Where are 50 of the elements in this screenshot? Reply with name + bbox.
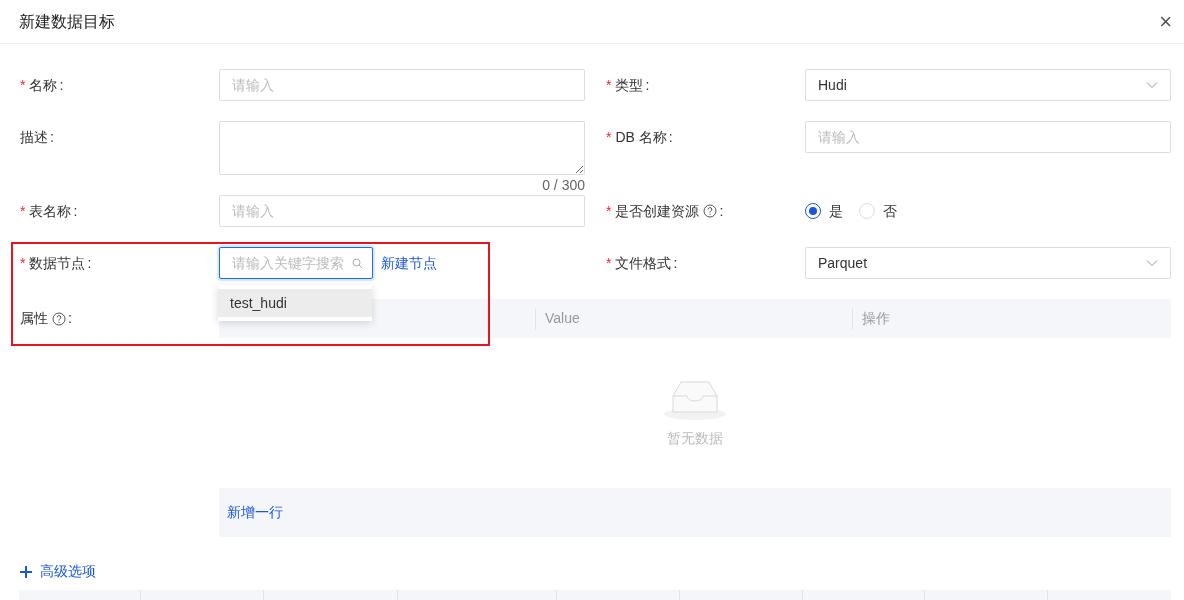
colon: :: [719, 201, 724, 221]
field-label: 名称: [29, 75, 58, 95]
search-icon: [352, 258, 363, 269]
select-value: Parquet: [818, 253, 868, 273]
required-mark: *: [606, 201, 612, 221]
field-label: 数据节点: [29, 253, 86, 273]
text-field[interactable]: 请输入: [805, 121, 1171, 153]
text-field[interactable]: 请输入: [219, 69, 585, 101]
character-counter: 0 / 300: [542, 176, 585, 195]
radio-label: 否: [883, 201, 897, 221]
required-mark: *: [20, 201, 26, 221]
required-mark: *: [20, 75, 26, 95]
field-label: 属性: [20, 309, 48, 328]
new-node-link[interactable]: 新建节点: [381, 252, 437, 274]
add-row-link[interactable]: 新增一行: [227, 502, 283, 523]
colon: :: [68, 309, 72, 328]
required-mark: *: [606, 75, 612, 95]
colon: :: [59, 75, 64, 95]
field-label: 是否创建资源: [615, 201, 700, 221]
colon: :: [87, 253, 92, 273]
advanced-options-button[interactable]: 高级选项: [20, 561, 96, 582]
select-value: Hudi: [818, 75, 847, 95]
select-field[interactable]: Hudi: [805, 69, 1171, 101]
chevron-down-icon: [1146, 81, 1158, 89]
required-mark: *: [20, 253, 26, 273]
colon: :: [673, 253, 678, 273]
field-label: DB 名称: [615, 127, 667, 147]
search-field[interactable]: 请输入关键字搜索: [219, 247, 373, 279]
select-field[interactable]: Parquet: [805, 247, 1171, 279]
column-header: 操作: [862, 309, 890, 328]
field-label: 描述: [20, 127, 48, 147]
chevron-down-icon: [1146, 259, 1158, 267]
required-mark: *: [606, 253, 612, 273]
description-field[interactable]: [219, 121, 585, 175]
colon: :: [668, 127, 673, 147]
dialog-title: 新建数据目标: [19, 11, 115, 32]
column-header: Value: [545, 309, 580, 328]
plus-icon: [20, 565, 32, 578]
close-button[interactable]: ×: [1159, 10, 1172, 33]
dropdown-option[interactable]: test_hudi: [218, 289, 372, 317]
colon: :: [73, 201, 78, 221]
field-label: 文件格式: [615, 253, 672, 273]
colon: :: [50, 127, 54, 147]
required-mark: *: [606, 127, 612, 147]
text-field[interactable]: 请输入: [219, 195, 585, 227]
field-label: 表名称: [29, 201, 72, 221]
colon: :: [645, 75, 650, 95]
empty-text: 暂无数据: [667, 428, 723, 448]
radio-label: 是: [829, 201, 843, 221]
field-label: 类型: [615, 75, 644, 95]
